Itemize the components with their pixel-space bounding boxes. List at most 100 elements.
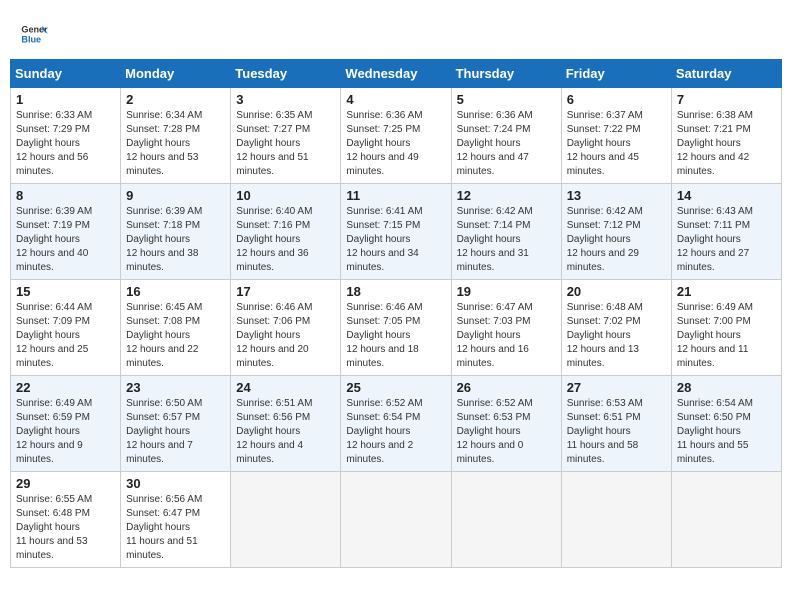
cell-content: Sunrise: 6:47 AMSunset: 7:03 PMDaylight … [457,301,556,371]
day-number: 14 [677,188,776,203]
calendar-cell: 27 Sunrise: 6:53 AMSunset: 6:51 PMDayligh… [561,376,671,472]
cell-content: Sunrise: 6:42 AMSunset: 7:14 PMDaylight … [457,205,556,275]
day-number: 4 [346,92,445,107]
day-number: 16 [126,284,225,299]
cell-content: Sunrise: 6:36 AMSunset: 7:25 PMDaylight … [346,109,445,179]
day-number: 13 [567,188,666,203]
cell-content: Sunrise: 6:43 AMSunset: 7:11 PMDaylight … [677,205,776,275]
calendar-cell: 17 Sunrise: 6:46 AMSunset: 7:06 PMDayligh… [231,280,341,376]
day-number: 1 [16,92,115,107]
day-number: 24 [236,380,335,395]
day-number: 11 [346,188,445,203]
calendar-cell: 9 Sunrise: 6:39 AMSunset: 7:18 PMDaylight… [121,184,231,280]
day-number: 9 [126,188,225,203]
calendar-cell: 5 Sunrise: 6:36 AMSunset: 7:24 PMDaylight… [451,88,561,184]
cell-content: Sunrise: 6:50 AMSunset: 6:57 PMDaylight … [126,397,225,467]
calendar-cell: 8 Sunrise: 6:39 AMSunset: 7:19 PMDaylight… [11,184,121,280]
day-number: 7 [677,92,776,107]
cell-content: Sunrise: 6:46 AMSunset: 7:05 PMDaylight … [346,301,445,371]
calendar-cell: 28 Sunrise: 6:54 AMSunset: 6:50 PMDayligh… [671,376,781,472]
cell-content: Sunrise: 6:45 AMSunset: 7:08 PMDaylight … [126,301,225,371]
cell-content: Sunrise: 6:51 AMSunset: 6:56 PMDaylight … [236,397,335,467]
day-number: 19 [457,284,556,299]
calendar-cell: 24 Sunrise: 6:51 AMSunset: 6:56 PMDayligh… [231,376,341,472]
calendar-cell: 26Sunrise: 6:52 AMSunset: 6:53 PMDayligh… [451,376,561,472]
calendar-header-row: SundayMondayTuesdayWednesdayThursdayFrid… [11,60,782,88]
day-number: 30 [126,476,225,491]
calendar-cell: 14 Sunrise: 6:43 AMSunset: 7:11 PMDayligh… [671,184,781,280]
weekday-header-saturday: Saturday [671,60,781,88]
calendar-cell: 13 Sunrise: 6:42 AMSunset: 7:12 PMDayligh… [561,184,671,280]
calendar-cell: 22 Sunrise: 6:49 AMSunset: 6:59 PMDayligh… [11,376,121,472]
weekday-header-sunday: Sunday [11,60,121,88]
day-number: 27 [567,380,666,395]
day-number: 12 [457,188,556,203]
calendar-cell: 25 Sunrise: 6:52 AMSunset: 6:54 PMDayligh… [341,376,451,472]
calendar-cell [231,472,341,568]
cell-content: Sunrise: 6:48 AMSunset: 7:02 PMDaylight … [567,301,666,371]
cell-content: Sunrise: 6:40 AMSunset: 7:16 PMDaylight … [236,205,335,275]
calendar-cell: 30 Sunrise: 6:56 AMSunset: 6:47 PMDayligh… [121,472,231,568]
cell-content: Sunrise: 6:42 AMSunset: 7:12 PMDaylight … [567,205,666,275]
calendar-cell: 11 Sunrise: 6:41 AMSunset: 7:15 PMDayligh… [341,184,451,280]
page-header: General Blue [10,10,782,53]
calendar-cell: 16 Sunrise: 6:45 AMSunset: 7:08 PMDayligh… [121,280,231,376]
day-number: 2 [126,92,225,107]
calendar-cell [561,472,671,568]
cell-content: Sunrise: 6:36 AMSunset: 7:24 PMDaylight … [457,109,556,179]
cell-content: Sunrise: 6:53 AMSunset: 6:51 PMDaylight … [567,397,666,467]
calendar-cell: 21 Sunrise: 6:49 AMSunset: 7:00 PMDayligh… [671,280,781,376]
cell-content: Sunrise: 6:56 AMSunset: 6:47 PMDaylight … [126,493,225,563]
calendar-cell: 4 Sunrise: 6:36 AMSunset: 7:25 PMDaylight… [341,88,451,184]
calendar-cell [341,472,451,568]
day-number: 5 [457,92,556,107]
calendar-cell: 23 Sunrise: 6:50 AMSunset: 6:57 PMDayligh… [121,376,231,472]
cell-content: Sunrise: 6:52 AMSunset: 6:54 PMDaylight … [346,397,445,467]
calendar-cell: 12 Sunrise: 6:42 AMSunset: 7:14 PMDayligh… [451,184,561,280]
calendar-cell: 6 Sunrise: 6:37 AMSunset: 7:22 PMDaylight… [561,88,671,184]
day-number: 22 [16,380,115,395]
day-number: 21 [677,284,776,299]
calendar-cell: 7 Sunrise: 6:38 AMSunset: 7:21 PMDaylight… [671,88,781,184]
svg-text:Blue: Blue [21,34,41,44]
cell-content: Sunrise: 6:39 AMSunset: 7:19 PMDaylight … [16,205,115,275]
cell-content: Sunrise: 6:39 AMSunset: 7:18 PMDaylight … [126,205,225,275]
calendar-cell: 18Sunrise: 6:46 AMSunset: 7:05 PMDayligh… [341,280,451,376]
day-number: 23 [126,380,225,395]
calendar-cell: 3Sunrise: 6:35 AMSunset: 7:27 PMDaylight… [231,88,341,184]
day-number: 3 [236,92,335,107]
cell-content: Sunrise: 6:38 AMSunset: 7:21 PMDaylight … [677,109,776,179]
day-number: 20 [567,284,666,299]
cell-content: Sunrise: 6:41 AMSunset: 7:15 PMDaylight … [346,205,445,275]
logo: General Blue [20,20,52,48]
calendar-row-2: 8 Sunrise: 6:39 AMSunset: 7:19 PMDaylight… [11,184,782,280]
calendar-cell: 15Sunrise: 6:44 AMSunset: 7:09 PMDayligh… [11,280,121,376]
day-number: 25 [346,380,445,395]
day-number: 26 [457,380,556,395]
cell-content: Sunrise: 6:44 AMSunset: 7:09 PMDaylight … [16,301,115,371]
calendar-row-4: 22 Sunrise: 6:49 AMSunset: 6:59 PMDayligh… [11,376,782,472]
cell-content: Sunrise: 6:37 AMSunset: 7:22 PMDaylight … [567,109,666,179]
calendar-row-5: 29 Sunrise: 6:55 AMSunset: 6:48 PMDayligh… [11,472,782,568]
cell-content: Sunrise: 6:54 AMSunset: 6:50 PMDaylight … [677,397,776,467]
calendar-cell [451,472,561,568]
weekday-header-monday: Monday [121,60,231,88]
weekday-header-friday: Friday [561,60,671,88]
calendar-cell: 19 Sunrise: 6:47 AMSunset: 7:03 PMDayligh… [451,280,561,376]
day-number: 8 [16,188,115,203]
cell-content: Sunrise: 6:49 AMSunset: 7:00 PMDaylight … [677,301,776,371]
weekday-header-wednesday: Wednesday [341,60,451,88]
day-number: 28 [677,380,776,395]
cell-content: Sunrise: 6:49 AMSunset: 6:59 PMDaylight … [16,397,115,467]
day-number: 10 [236,188,335,203]
logo-icon: General Blue [20,20,48,48]
calendar-cell: 20 Sunrise: 6:48 AMSunset: 7:02 PMDayligh… [561,280,671,376]
day-number: 6 [567,92,666,107]
calendar-cell: 29 Sunrise: 6:55 AMSunset: 6:48 PMDayligh… [11,472,121,568]
cell-content: Sunrise: 6:55 AMSunset: 6:48 PMDaylight … [16,493,115,563]
cell-content: Sunrise: 6:46 AMSunset: 7:06 PMDaylight … [236,301,335,371]
day-number: 29 [16,476,115,491]
calendar-cell: 2Sunrise: 6:34 AMSunset: 7:28 PMDaylight… [121,88,231,184]
calendar-row-3: 15Sunrise: 6:44 AMSunset: 7:09 PMDayligh… [11,280,782,376]
day-number: 17 [236,284,335,299]
